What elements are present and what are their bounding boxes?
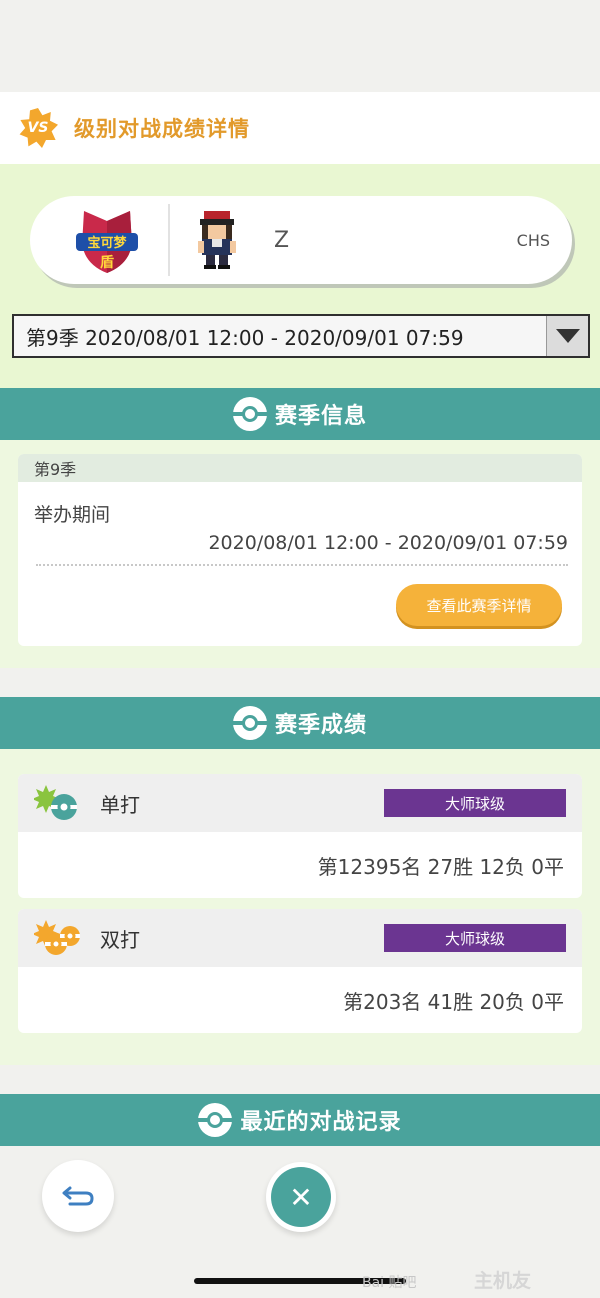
recent-battles-title: 最近的对战记录 [240,1110,402,1135]
baidu-watermark: Bai 贴吧 [362,1275,417,1291]
language-label: CHS [516,230,550,250]
doubles-rank-badge: 大师球级 [384,924,566,952]
doubles-icon [32,918,82,958]
dropdown-arrow-button[interactable] [546,316,588,356]
site-watermark: 主机友 [474,1270,532,1292]
trainer-name: Z [274,227,290,253]
season-label: 第9季 [18,454,582,482]
close-button[interactable]: ✕ [266,1162,336,1232]
recent-battles-header[interactable]: 最近的对战记录 [0,1094,600,1146]
singles-label: 单打 [100,792,140,817]
season-results-header: 赛季成绩 [0,697,600,749]
season-dropdown[interactable]: 第9季 2020/08/01 12:00 - 2020/09/01 07:59 [12,314,590,358]
season-detail-button[interactable]: 查看此赛季详情 [396,584,562,626]
singles-icon [32,783,82,823]
season-results-title: 赛季成绩 [274,713,367,738]
top-blank-area [0,0,600,92]
singles-card: 单打 大师球级 第12395名 27胜 12负 0平 [18,774,582,898]
back-button[interactable] [42,1160,114,1232]
doubles-card: 双打 大师球级 第203名 41胜 20负 0平 [18,909,582,1033]
doubles-header: 双打 大师球级 [18,909,582,967]
season-info-card: 第9季 举办期间 2020/08/01 12:00 - 2020/09/01 0… [18,454,582,646]
dropdown-arrow-icon [555,329,580,343]
page-header: VS 级别对战成绩详情 [0,92,600,164]
singles-result: 第12395名 27胜 12负 0平 [317,854,564,879]
pokeball-icon [232,706,267,740]
doubles-result: 第203名 41胜 20负 0平 [343,989,564,1014]
trainer-sprite [192,209,242,271]
pokeball-icon [198,1103,233,1137]
period-value: 2020/08/01 12:00 - 2020/09/01 07:59 [208,532,568,554]
season-info-title: 赛季信息 [274,404,367,429]
pokeball-icon [232,397,267,431]
player-card: 宝可梦 盾 Z CHS [30,196,572,284]
logo-text: 宝可梦 [87,235,127,251]
card-divider [168,204,170,276]
doubles-label: 双打 [100,927,140,952]
dotted-divider [36,564,568,566]
pokemon-shield-logo: 宝可梦 盾 [72,205,142,275]
close-icon: ✕ [271,1167,331,1227]
season-info-header: 赛季信息 [0,388,600,440]
back-icon [62,1186,94,1206]
vs-badge-icon: VS [19,108,58,148]
season-dropdown-value: 第9季 2020/08/01 12:00 - 2020/09/01 07:59 [26,325,464,350]
singles-header: 单打 大师球级 [18,774,582,832]
singles-rank-badge: 大师球级 [384,789,566,817]
page-title: 级别对战成绩详情 [74,117,250,141]
logo-subtext: 盾 [100,254,114,271]
period-label: 举办期间 [34,504,111,526]
